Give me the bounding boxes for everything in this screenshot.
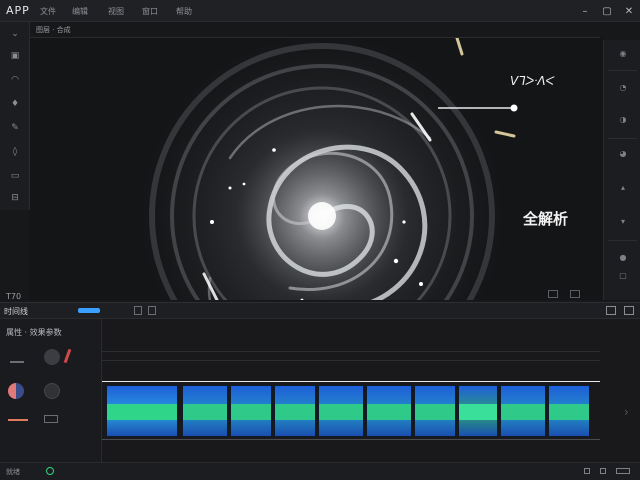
- drop-tool-icon[interactable]: ♦: [7, 96, 23, 112]
- stroke-swatch[interactable]: [8, 419, 28, 421]
- properties-panel: 属性 · 效果参数: [0, 319, 102, 462]
- tl-tool-1-icon[interactable]: [134, 306, 142, 315]
- menu-item-file[interactable]: 文件: [40, 6, 56, 17]
- timeline-toolbar: 时间线: [0, 302, 640, 319]
- timeline-title: 时间线: [4, 307, 28, 316]
- menu-item-help[interactable]: 帮助: [176, 6, 192, 17]
- clip-audio-band: [183, 404, 227, 420]
- timeline-tracks[interactable]: ›: [102, 319, 640, 462]
- left-tool-strip: ⌄ ▣ ◠ ♦ ✎ ◊ ▭ ⊟: [0, 22, 30, 210]
- right-tool-8-icon[interactable]: ▢: [616, 268, 630, 282]
- app-title: APP: [6, 4, 30, 17]
- status-icon-2[interactable]: [600, 468, 606, 474]
- video-clip[interactable]: [366, 385, 412, 437]
- link-icon[interactable]: [10, 351, 24, 363]
- clip-audio-band: [549, 404, 589, 420]
- right-tool-5-icon[interactable]: ▴: [616, 180, 630, 194]
- lock-tool-icon[interactable]: ⊟: [7, 190, 23, 206]
- viewport-label-top: ᐯᒣᐳᐧᐱᐸ: [510, 74, 555, 88]
- status-bar: 就绪: [0, 462, 640, 480]
- status-icon-3[interactable]: [616, 468, 630, 474]
- tl-panel-icon[interactable]: [606, 306, 616, 315]
- shape-tool-icon[interactable]: ◠: [7, 72, 23, 88]
- viewport-caption: T70: [6, 292, 22, 301]
- status-icon-1[interactable]: [584, 468, 590, 474]
- frame-tool-icon[interactable]: ▣: [7, 48, 23, 64]
- clip-audio-band: [501, 404, 545, 420]
- sub-toolbar: 图层 · 合成: [30, 22, 600, 38]
- right-separator: [608, 240, 637, 241]
- right-separator: [608, 138, 637, 139]
- tl-expand-icon[interactable]: [624, 306, 634, 315]
- canvas-viewport[interactable]: ᐯᒣᐳᐧᐱᐸ 全解析: [30, 38, 603, 300]
- timeline-accent-indicator: [78, 308, 100, 313]
- sync-icon[interactable]: [46, 467, 54, 475]
- chevron-right-icon[interactable]: ›: [624, 405, 629, 419]
- close-icon[interactable]: ✕: [622, 4, 636, 18]
- sphere-icon[interactable]: [44, 349, 60, 365]
- menu-item-view[interactable]: 视图: [108, 6, 124, 17]
- right-tool-6-icon[interactable]: ▾: [616, 214, 630, 228]
- video-clip[interactable]: [318, 385, 364, 437]
- clip-audio-band: [319, 404, 363, 420]
- video-clip[interactable]: [548, 385, 590, 437]
- track-top-border: [102, 381, 600, 382]
- clip-audio-band: [415, 404, 455, 420]
- video-clip[interactable]: [182, 385, 228, 437]
- video-clip[interactable]: [106, 385, 178, 437]
- arrow-tool-icon[interactable]: ⌄: [7, 26, 23, 42]
- minimize-icon[interactable]: –: [578, 4, 592, 18]
- menu-item-edit[interactable]: 编辑: [72, 6, 88, 17]
- video-clip[interactable]: [230, 385, 272, 437]
- annotation-dot[interactable]: [510, 104, 518, 112]
- right-separator: [608, 70, 637, 71]
- menu-bar: APP 文件 编辑 视图 窗口 帮助 – ▢ ✕: [0, 0, 640, 22]
- right-tool-1-icon[interactable]: ◉: [616, 46, 630, 60]
- clip-audio-band: [107, 404, 177, 420]
- right-tool-4-icon[interactable]: ◕: [616, 146, 630, 160]
- clip-audio-band: [231, 404, 271, 420]
- tl-tool-2-icon[interactable]: [148, 306, 156, 315]
- fill-tool-icon[interactable]: ◊: [7, 144, 23, 160]
- pen-tool-icon[interactable]: ✎: [7, 120, 23, 136]
- right-tool-3-icon[interactable]: ◑: [616, 112, 630, 126]
- layer-swatch-icon[interactable]: [44, 415, 58, 423]
- lens-icon[interactable]: [44, 383, 60, 399]
- grid-toggle-icon[interactable]: [548, 290, 558, 298]
- right-tool-strip: ◉ ◔ ◑ ◕ ▴ ▾ ● ▢: [603, 40, 640, 300]
- snap-toggle-icon[interactable]: [570, 290, 580, 298]
- sub-toolbar-label: 图层 · 合成: [36, 26, 71, 34]
- color-wheel-icon[interactable]: [8, 383, 24, 399]
- status-text: 就绪: [6, 468, 20, 476]
- clip-audio-band: [275, 404, 315, 420]
- video-clip[interactable]: [274, 385, 316, 437]
- right-tool-2-icon[interactable]: ◔: [616, 80, 630, 94]
- marker-icon[interactable]: [63, 348, 72, 364]
- timeline-ruler[interactable]: [102, 351, 600, 361]
- maximize-icon[interactable]: ▢: [600, 4, 614, 18]
- eraser-tool-icon[interactable]: ▭: [7, 168, 23, 184]
- menu-item-window[interactable]: 窗口: [142, 6, 158, 17]
- video-clip[interactable]: [458, 385, 498, 437]
- video-clip[interactable]: [500, 385, 546, 437]
- clip-audio-band: [459, 404, 497, 420]
- properties-header: 属性 · 效果参数: [6, 328, 62, 337]
- track-bottom-border: [102, 439, 600, 440]
- right-tool-7-icon[interactable]: ●: [616, 250, 630, 264]
- viewport-label-mid: 全解析: [523, 210, 569, 228]
- video-clip[interactable]: [414, 385, 456, 437]
- clip-audio-band: [367, 404, 411, 420]
